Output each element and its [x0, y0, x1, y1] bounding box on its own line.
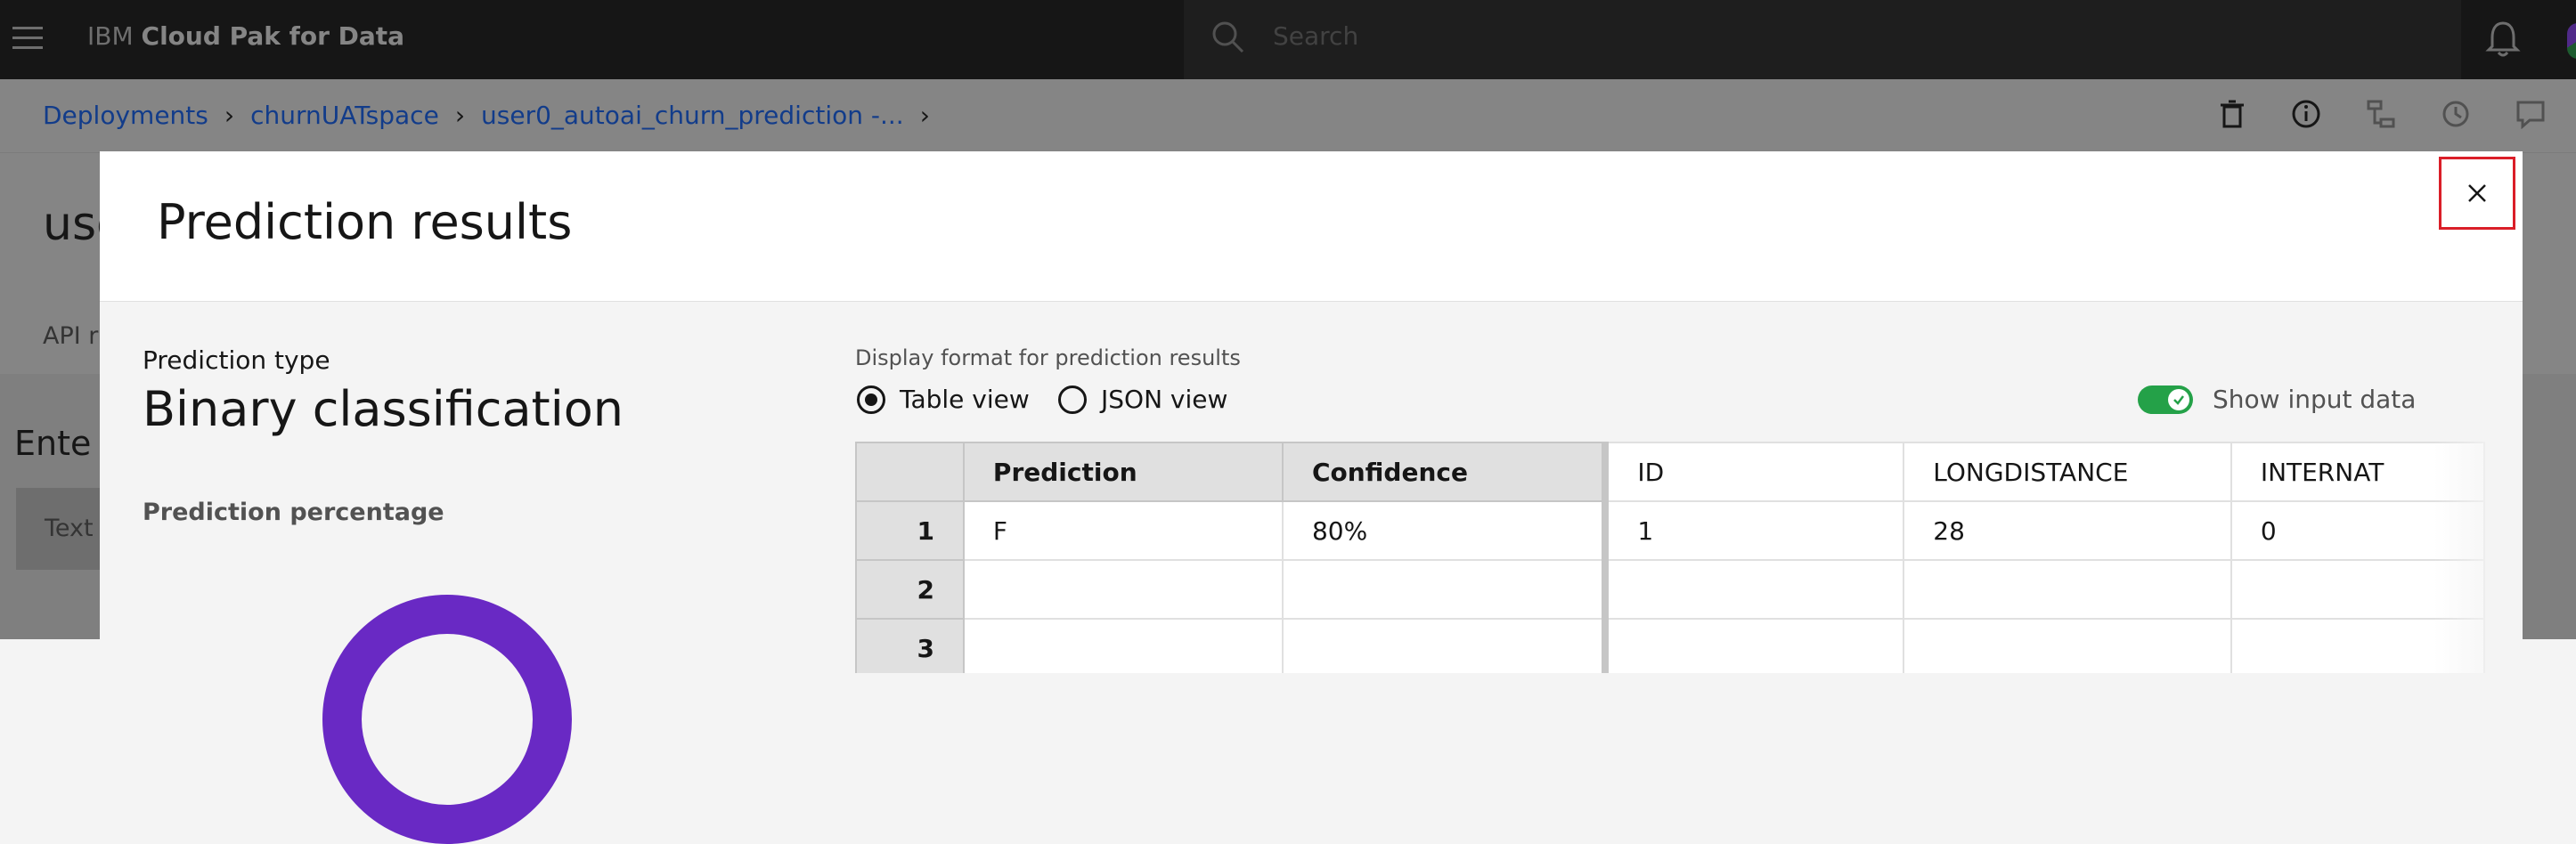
- column-header-id[interactable]: ID: [1604, 442, 1905, 502]
- prediction-donut-chart: [322, 595, 572, 844]
- close-icon: [2468, 184, 2486, 202]
- column-header-confidence[interactable]: Confidence: [1281, 442, 1610, 502]
- table-header-row: Prediction Confidence ID LONGDISTANCE IN…: [855, 442, 2485, 502]
- modal-header: Prediction results: [100, 151, 2523, 302]
- table-cell: [1903, 618, 2232, 673]
- toggle-switch[interactable]: [2138, 385, 2193, 414]
- table-cell: [1604, 618, 1905, 673]
- column-header-longdistance[interactable]: LONGDISTANCE: [1903, 442, 2232, 502]
- radio-button-checked[interactable]: [857, 385, 885, 414]
- row-number: 2: [855, 559, 965, 620]
- show-input-label: Show input data: [2213, 385, 2417, 414]
- radio-json-view-label: JSON view: [1101, 385, 1228, 414]
- table-cell: 28: [1903, 500, 2232, 561]
- prediction-type-value: Binary classification: [143, 381, 624, 437]
- table-cell: [1903, 559, 2232, 620]
- prediction-percentage-label: Prediction percentage: [143, 499, 444, 526]
- table-cell: [1604, 559, 1905, 620]
- table-cell: F: [962, 500, 1284, 561]
- table-cell: 80%: [1281, 500, 1610, 561]
- table-row: 2: [855, 559, 2485, 620]
- row-number-header: [855, 442, 965, 502]
- table-cell: [962, 618, 1284, 673]
- table-cell: 1: [1604, 500, 1905, 561]
- radio-table-view-label: Table view: [900, 385, 1030, 414]
- show-input-toggle[interactable]: Show input data: [2138, 385, 2416, 414]
- close-button[interactable]: [2439, 157, 2515, 230]
- table-cell: [1281, 618, 1610, 673]
- radio-json-view[interactable]: JSON view: [1058, 385, 1227, 414]
- radio-table-view[interactable]: Table view: [857, 385, 1030, 414]
- radio-button-unchecked[interactable]: [1058, 385, 1087, 414]
- display-format-label: Display format for prediction results: [855, 345, 1241, 370]
- results-table: Prediction Confidence ID LONGDISTANCE IN…: [855, 442, 2485, 673]
- modal-title: Prediction results: [157, 194, 573, 250]
- table-cell: [1281, 559, 1610, 620]
- column-header-prediction[interactable]: Prediction: [962, 442, 1284, 502]
- table-row: 1 F 80% 1 28 0: [855, 500, 2485, 561]
- table-scroll-fade: [2433, 442, 2505, 673]
- row-number: 3: [855, 618, 965, 673]
- table-cell: [962, 559, 1284, 620]
- checkmark-icon: [2168, 388, 2189, 410]
- table-row: 3: [855, 618, 2485, 673]
- prediction-type-label: Prediction type: [143, 345, 330, 375]
- prediction-results-modal: Prediction results Prediction type Binar…: [100, 151, 2523, 844]
- row-number: 1: [855, 500, 965, 561]
